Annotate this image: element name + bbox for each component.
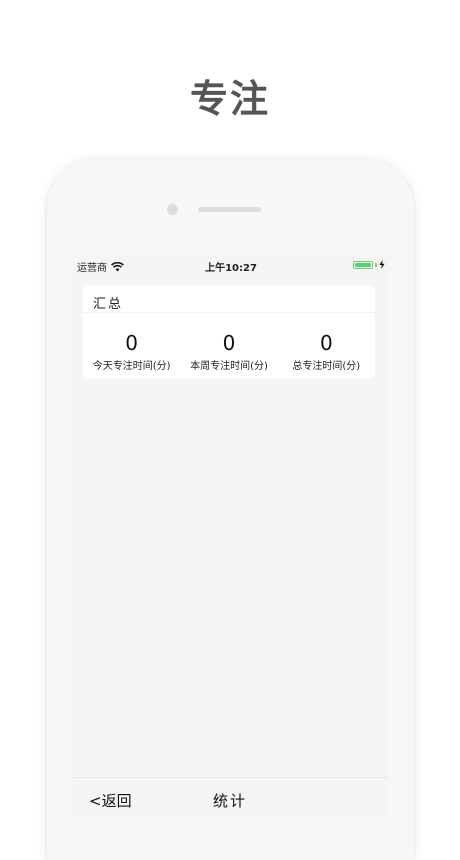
stat-total: 0 总专注时间(分) xyxy=(278,331,375,372)
card-divider xyxy=(83,312,375,313)
stat-value: 0 xyxy=(125,331,139,355)
stats-row: 0 今天专注时间(分) 0 本周专注时间(分) 0 总专注时间(分) xyxy=(83,331,375,372)
stat-label: 本周专注时间(分) xyxy=(190,361,268,372)
battery-tip xyxy=(375,262,377,267)
promo-title: 专注 xyxy=(189,77,270,121)
stat-today: 0 今天专注时间(分) xyxy=(83,331,180,372)
charging-bolt-icon xyxy=(379,260,385,269)
nav-title: 统计 xyxy=(213,792,248,810)
status-time: 上午10:27 xyxy=(205,263,257,274)
battery-level xyxy=(355,262,371,267)
summary-card: 汇总 0 今天专注时间(分) 0 本周专注时间(分) 0 总专注时间(分) xyxy=(83,285,375,379)
camera-icon xyxy=(167,204,178,215)
battery-indicator xyxy=(353,260,385,269)
bottom-nav-bar: <返回 统计 xyxy=(73,777,389,818)
back-button[interactable]: <返回 xyxy=(89,790,132,811)
stat-value: 0 xyxy=(222,331,236,355)
stat-value: 0 xyxy=(319,331,333,355)
status-bar: 运营商 上午10:27 xyxy=(73,253,389,277)
speaker-grille xyxy=(198,207,261,212)
summary-title: 汇总 xyxy=(93,297,124,312)
stat-label: 总专注时间(分) xyxy=(292,361,361,372)
phone-screen: 运营商 上午10:27 汇总 0 今天专注时间(分) 0 本周专注时间(分) 0… xyxy=(73,253,389,818)
stat-week: 0 本周专注时间(分) xyxy=(180,331,277,372)
battery-icon xyxy=(353,260,373,269)
stat-label: 今天专注时间(分) xyxy=(92,361,171,372)
